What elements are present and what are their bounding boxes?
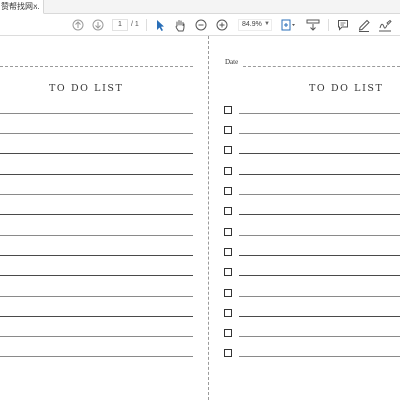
zoom-out-icon[interactable] [194, 17, 208, 33]
left-page-top-dashed-line [0, 66, 193, 67]
todo-checkbox[interactable] [224, 289, 232, 297]
select-cursor-icon[interactable] [153, 17, 167, 33]
todo-checkbox[interactable] [224, 146, 232, 154]
todo-checkbox[interactable] [224, 228, 232, 236]
todo-line [239, 336, 400, 337]
toolbar-divider [146, 19, 147, 31]
date-dashed-line [243, 66, 400, 67]
left-list-line [0, 235, 193, 236]
todo-line [239, 316, 400, 317]
todo-checkbox[interactable] [224, 329, 232, 337]
todo-line [239, 235, 400, 236]
todo-line [239, 153, 400, 154]
download-icon[interactable] [305, 17, 321, 33]
left-page-title: TO DO LIST [49, 83, 124, 94]
tab-strip: 赞帮找网... × [0, 0, 400, 14]
todo-line [239, 194, 400, 195]
zoom-in-icon[interactable] [215, 17, 229, 33]
tab-strip-background [44, 0, 400, 14]
page-total: / 1 [131, 21, 139, 28]
left-list-line [0, 336, 193, 337]
pen-icon[interactable] [357, 17, 371, 33]
left-list-line [0, 214, 193, 215]
left-list-line [0, 113, 193, 114]
todo-checkbox[interactable] [224, 207, 232, 215]
left-list-line [0, 174, 193, 175]
todo-checkbox[interactable] [224, 187, 232, 195]
close-icon[interactable]: × [33, 0, 38, 13]
left-list-line [0, 296, 193, 297]
date-label: Date [225, 58, 239, 66]
todo-checkbox[interactable] [224, 126, 232, 134]
todo-line [239, 113, 400, 114]
left-list-line [0, 356, 193, 357]
left-list-line [0, 255, 193, 256]
zoom-dropdown-chevron-icon[interactable]: ▼ [264, 21, 270, 27]
todo-checkbox[interactable] [224, 309, 232, 317]
todo-line [239, 133, 400, 134]
todo-line [239, 275, 400, 276]
document-viewport: TO DO LIST Date TO DO LIST [0, 36, 400, 400]
document-tab[interactable]: 赞帮找网... × [0, 0, 44, 14]
page-number-input[interactable]: 1 [112, 19, 128, 31]
page-divider [208, 36, 209, 400]
right-page-title: TO DO LIST [309, 83, 384, 94]
todo-line [239, 296, 400, 297]
pdf-toolbar: 1 / 1 84.9% ▼ [0, 14, 400, 36]
left-list-line [0, 153, 193, 154]
sign-icon[interactable] [377, 17, 393, 33]
next-page-icon[interactable] [91, 17, 105, 33]
hand-tool-icon[interactable] [173, 17, 187, 33]
left-list-line [0, 275, 193, 276]
left-list-line [0, 133, 193, 134]
todo-line [239, 255, 400, 256]
fit-page-icon[interactable] [280, 17, 296, 33]
todo-checkbox[interactable] [224, 349, 232, 357]
left-list-line [0, 194, 193, 195]
prev-page-icon[interactable] [71, 17, 85, 33]
todo-checkbox[interactable] [224, 268, 232, 276]
todo-checkbox[interactable] [224, 167, 232, 175]
todo-line [239, 214, 400, 215]
todo-line [239, 356, 400, 357]
comment-icon[interactable] [336, 17, 350, 33]
todo-checkbox[interactable] [224, 106, 232, 114]
todo-line [239, 174, 400, 175]
left-list-line [0, 316, 193, 317]
todo-checkbox[interactable] [224, 248, 232, 256]
toolbar-divider [328, 19, 329, 31]
